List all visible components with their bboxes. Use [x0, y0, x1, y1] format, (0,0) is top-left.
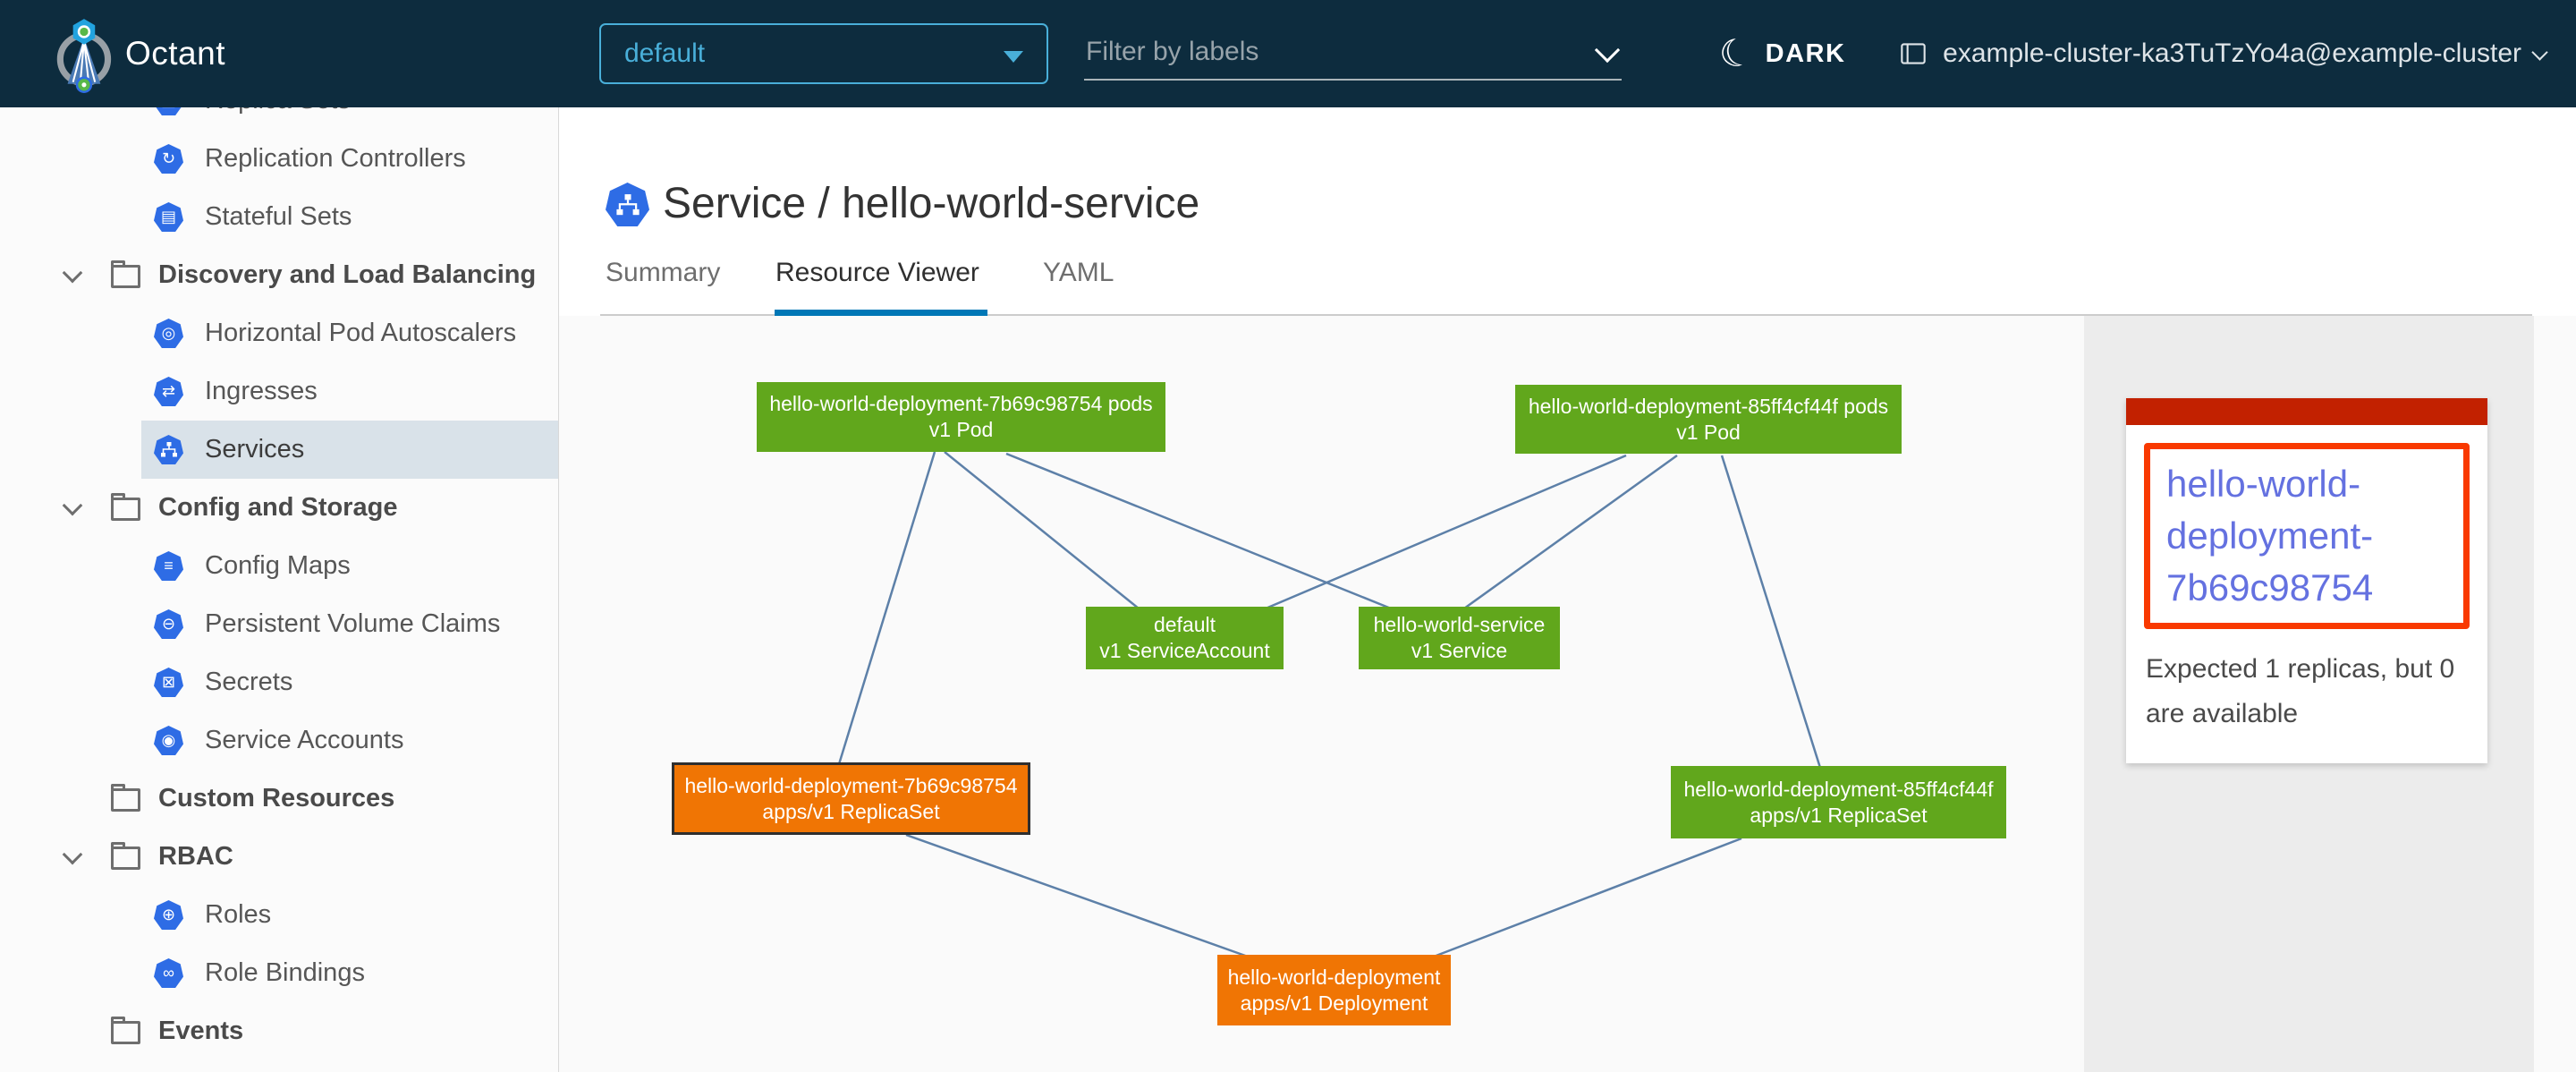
- horizontal-pod-autoscalers-icon: ◎: [154, 319, 183, 348]
- cluster-icon: [1896, 37, 1930, 71]
- octant-logo-icon: [47, 14, 125, 93]
- cluster-context-label: example-cluster-ka3TuTzYo4a@example-clus…: [1943, 38, 2521, 69]
- persistent-volume-claims-icon: ⊖: [154, 609, 183, 639]
- chevron-down-icon[interactable]: [61, 846, 84, 869]
- resource-viewer-canvas: hello-world-deployment-7b69c98754 pods v…: [559, 316, 2576, 1072]
- selection-highlight-ring: hello-world-deployment-7b69c98754: [2144, 443, 2470, 629]
- folder-icon: [111, 265, 140, 288]
- navigation-sidebar: ▣ Replica Sets ↻ Replication Controllers…: [0, 107, 559, 1072]
- sidebar-item-role-bindings[interactable]: ∞ Role Bindings: [0, 944, 559, 1002]
- namespace-dropdown[interactable]: default: [599, 23, 1048, 84]
- graph-node-replicaset-7b69c98754-selected[interactable]: hello-world-deployment-7b69c98754 apps/v…: [672, 762, 1030, 835]
- sidebar-item-config-maps[interactable]: ≡ Config Maps: [0, 537, 559, 595]
- config-maps-icon: ≡: [154, 551, 183, 581]
- app-name: Octant: [125, 0, 225, 107]
- sidebar-item-horizontal-pod-autoscalers[interactable]: ◎ Horizontal Pod Autoscalers: [0, 304, 559, 362]
- top-header-bar: Octant default ☾ DARK example-cluster-ka…: [0, 0, 2576, 107]
- tab-resource-viewer[interactable]: Resource Viewer: [775, 258, 979, 288]
- folder-icon: [111, 1021, 140, 1044]
- ingresses-icon: ⇄: [154, 377, 183, 406]
- dropdown-caret-icon: [1004, 51, 1023, 63]
- tab-yaml[interactable]: YAML: [1043, 258, 1114, 288]
- stateful-sets-icon: ▤: [154, 202, 183, 232]
- selected-resource-card: hello-world-deployment-7b69c98754 Expect…: [2126, 398, 2487, 763]
- label-filter-input[interactable]: [1084, 27, 1571, 77]
- secrets-icon: ⊠: [154, 668, 183, 697]
- card-status-bar: [2126, 398, 2487, 425]
- folder-icon: [111, 498, 140, 521]
- moon-icon: ☾: [1715, 31, 1757, 76]
- folder-icon: [111, 847, 140, 870]
- chevron-down-icon[interactable]: [61, 497, 84, 520]
- namespace-dropdown-value: default: [624, 38, 705, 69]
- chevron-down-icon[interactable]: [1595, 38, 1620, 63]
- graph-node-deployment-hello-world-deployment[interactable]: hello-world-deployment apps/v1 Deploymen…: [1217, 955, 1451, 1025]
- sidebar-item-replica-sets[interactable]: ▣ Replica Sets: [0, 107, 559, 130]
- replication-controllers-icon: ↻: [154, 144, 183, 174]
- sidebar-item-service-accounts[interactable]: ◉ Service Accounts: [0, 711, 559, 770]
- label-filter: [1084, 27, 1622, 81]
- selected-resource-link[interactable]: hello-world-deployment-7b69c98754: [2166, 458, 2447, 614]
- graph-node-pod-85ff4cf44f[interactable]: hello-world-deployment-85ff4cf44f pods v…: [1515, 385, 1902, 454]
- selection-detail-panel: hello-world-deployment-7b69c98754 Expect…: [2084, 316, 2534, 1072]
- service-accounts-icon: ◉: [154, 726, 183, 755]
- replica-sets-icon: ▣: [154, 107, 183, 115]
- service-icon: [606, 183, 649, 226]
- sidebar-category-events[interactable]: Events: [0, 1002, 559, 1060]
- sidebar-item-services[interactable]: Services: [0, 421, 559, 479]
- theme-toggle-label: DARK: [1766, 39, 1846, 69]
- graph-node-pod-7b69c98754[interactable]: hello-world-deployment-7b69c98754 pods v…: [757, 382, 1165, 452]
- page-title: Service / hello-world-service: [663, 179, 1199, 228]
- sidebar-category-rbac[interactable]: RBAC: [0, 828, 559, 886]
- chevron-down-icon: [2531, 44, 2547, 60]
- services-icon: [154, 435, 183, 464]
- sidebar-item-replication-controllers[interactable]: ↻ Replication Controllers: [0, 130, 559, 188]
- theme-toggle-button[interactable]: ☾ DARK: [1719, 0, 1845, 107]
- graph-node-replicaset-85ff4cf44f[interactable]: hello-world-deployment-85ff4cf44f apps/v…: [1671, 766, 2006, 838]
- sidebar-category-custom-resources[interactable]: Custom Resources: [0, 770, 559, 828]
- sidebar-item-ingresses[interactable]: ⇄ Ingresses: [0, 362, 559, 421]
- sidebar-item-persistent-volume-claims[interactable]: ⊖ Persistent Volume Claims: [0, 595, 559, 653]
- active-tab-underline: [775, 310, 987, 316]
- sidebar-item-roles[interactable]: ⊕ Roles: [0, 886, 559, 944]
- graph-node-service-hello-world-service[interactable]: hello-world-service v1 Service: [1359, 607, 1560, 669]
- chevron-down-icon[interactable]: [61, 264, 84, 287]
- folder-icon: [111, 788, 140, 812]
- roles-icon: ⊕: [154, 900, 183, 930]
- graph-node-serviceaccount-default[interactable]: default v1 ServiceAccount: [1086, 607, 1284, 669]
- tab-summary[interactable]: Summary: [606, 258, 720, 288]
- replica-warning-message: Expected 1 replicas, but 0 are available: [2146, 647, 2468, 736]
- sidebar-category-discovery-and-load-balancing[interactable]: Discovery and Load Balancing: [0, 246, 559, 304]
- sidebar-item-secrets[interactable]: ⊠ Secrets: [0, 653, 559, 711]
- cluster-context-selector[interactable]: example-cluster-ka3TuTzYo4a@example-clus…: [1896, 0, 2546, 107]
- sidebar-category-config-and-storage[interactable]: Config and Storage: [0, 479, 559, 537]
- sidebar-item-stateful-sets[interactable]: ▤ Stateful Sets: [0, 188, 559, 246]
- role-bindings-icon: ∞: [154, 958, 183, 988]
